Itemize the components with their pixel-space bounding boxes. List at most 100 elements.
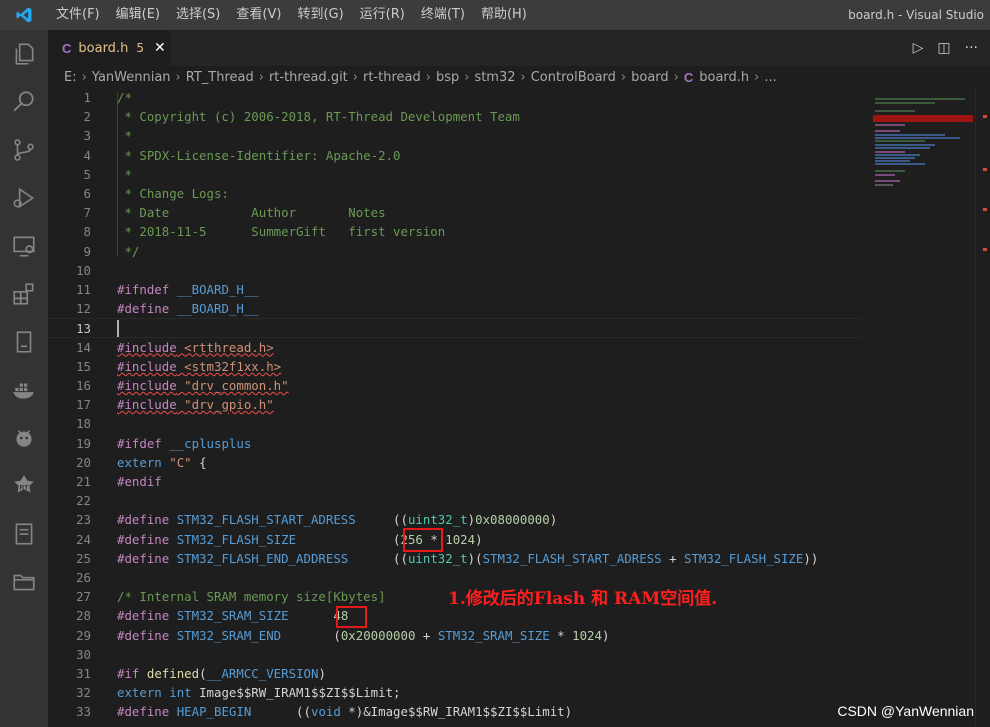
- menu-item[interactable]: 运行(R): [352, 0, 413, 30]
- code-editor[interactable]: 1 /* 2 * Copyright (c) 2006-2018, RT-Threa…: [48, 88, 863, 727]
- code-line[interactable]: 33 #define HEAP_BEGIN ((void *)&Image$$RW…: [48, 702, 863, 721]
- breadcrumb-item[interactable]: bsp: [436, 70, 459, 85]
- split-editor-icon[interactable]: ◫: [937, 40, 950, 56]
- chevron-right-icon: ›: [754, 69, 760, 85]
- line-number: 9: [83, 243, 91, 259]
- breadcrumb-item[interactable]: RT_Thread: [186, 70, 254, 85]
- source-control-icon[interactable]: [0, 126, 48, 174]
- minimap-line: [875, 110, 915, 112]
- code-line[interactable]: 29 #define STM32_SRAM_END (0x20000000 + S…: [48, 626, 863, 645]
- code-line[interactable]: 14 #include <rtthread.h>: [48, 338, 863, 357]
- vscode-logo-icon[interactable]: [0, 0, 48, 30]
- breadcrumb-item[interactable]: E:: [64, 70, 77, 85]
- breadcrumb-item[interactable]: ControlBoard: [531, 70, 616, 85]
- menu-item[interactable]: 查看(V): [228, 0, 289, 30]
- code-token: )(: [467, 550, 483, 566]
- code-line[interactable]: 16 #include "drv_common.h": [48, 376, 863, 395]
- code-line[interactable]: 32 extern int Image$$RW_IRAM1$$ZI$$Limit;: [48, 683, 863, 702]
- code-text: #if defined(__ARMCC_VERSION): [117, 664, 326, 683]
- device-icon[interactable]: [0, 318, 48, 366]
- breadcrumb-item[interactable]: board: [631, 70, 669, 85]
- run-icon[interactable]: ▷: [913, 40, 924, 56]
- extensions-icon[interactable]: [0, 270, 48, 318]
- vertical-scrollbar[interactable]: [975, 88, 990, 727]
- code-line[interactable]: 1 /*: [48, 88, 863, 107]
- code-token: uint32_t: [407, 512, 468, 528]
- line-number: 33: [76, 704, 91, 720]
- notes-icon[interactable]: [0, 510, 48, 558]
- code-line[interactable]: 6 * Change Logs:: [48, 184, 863, 203]
- explorer-icon[interactable]: [0, 30, 48, 78]
- line-number: 8: [83, 224, 91, 240]
- search-icon[interactable]: [0, 78, 48, 126]
- code-line[interactable]: 30: [48, 645, 863, 664]
- code-line[interactable]: 21 #endif: [48, 472, 863, 491]
- code-text: #include "drv_gpio.h": [117, 395, 274, 414]
- code-line[interactable]: 15 #include <stm32f1xx.h>: [48, 357, 863, 376]
- code-line[interactable]: 31 #if defined(__ARMCC_VERSION): [48, 664, 863, 683]
- code-line[interactable]: 17 #include "drv_gpio.h": [48, 395, 863, 414]
- close-icon[interactable]: ✕: [154, 40, 166, 56]
- code-line[interactable]: 10: [48, 261, 863, 280]
- breadcrumb-item[interactable]: YanWennian: [92, 70, 171, 85]
- breadcrumb-item[interactable]: rt-thread.git: [269, 70, 348, 85]
- code-line[interactable]: 28 #define STM32_SRAM_SIZE 48: [48, 606, 863, 625]
- code-line[interactable]: 23 #define STM32_FLASH_START_ADRESS ((uin…: [48, 510, 863, 529]
- menu-item[interactable]: 编辑(E): [108, 0, 168, 30]
- menu-item[interactable]: 终端(T): [413, 0, 473, 30]
- code-line[interactable]: 22: [48, 491, 863, 510]
- code-text: #define STM32_SRAM_SIZE 48: [117, 606, 348, 625]
- code-token: #ifndef: [117, 282, 170, 297]
- line-number: 6: [83, 186, 91, 201]
- code-line[interactable]: 25 #define STM32_FLASH_END_ADDRESS ((uint…: [48, 549, 863, 568]
- code-line[interactable]: 13: [48, 318, 863, 338]
- code-line[interactable]: 3 *: [48, 126, 863, 145]
- code-token: ): [467, 512, 476, 528]
- code-line[interactable]: 2 * Copyright (c) 2006-2018, RT-Thread D…: [48, 107, 863, 126]
- code-line[interactable]: 24 #define STM32_FLASH_SIZE (256 * 1024): [48, 530, 863, 549]
- folder-icon[interactable]: [0, 558, 48, 606]
- menu-item[interactable]: 转到(G): [289, 0, 351, 30]
- minimap[interactable]: [863, 88, 975, 727]
- code-line[interactable]: 12 #define __BOARD_H__: [48, 299, 863, 318]
- code-token: __BOARD_H__: [176, 282, 259, 297]
- code-line[interactable]: 11 #ifndef __BOARD_H__: [48, 280, 863, 299]
- code-token: ((: [251, 704, 311, 720]
- run-debug-icon[interactable]: [0, 174, 48, 222]
- code-text: /*: [117, 88, 132, 107]
- menu-item[interactable]: 文件(F): [48, 0, 108, 30]
- code-token: #define: [117, 627, 170, 643]
- more-actions-icon[interactable]: ···: [965, 40, 978, 56]
- code-token: #define: [117, 301, 170, 317]
- code-token: void: [310, 704, 341, 720]
- code-line[interactable]: 5 *: [48, 165, 863, 184]
- breadcrumb-file[interactable]: board.h: [699, 70, 749, 85]
- docker-icon[interactable]: [0, 366, 48, 414]
- breadcrumb-item[interactable]: rt-thread: [363, 70, 421, 85]
- code-token: *: [117, 128, 132, 144]
- menu-item[interactable]: 帮助(H): [473, 0, 535, 30]
- code-line[interactable]: 19 #ifdef __cplusplus: [48, 434, 863, 453]
- tab-board-h[interactable]: C board.h 5 ✕: [48, 30, 170, 66]
- code-line[interactable]: 7 * Date Author Notes: [48, 203, 863, 222]
- code-line[interactable]: 8 * 2018-11-5 SummerGift first version: [48, 222, 863, 241]
- code-token: ((: [355, 512, 408, 528]
- remote-explorer-icon[interactable]: [0, 222, 48, 270]
- line-number: 22: [76, 493, 91, 509]
- breadcrumb-item[interactable]: stm32: [474, 70, 515, 85]
- code-line[interactable]: 18: [48, 414, 863, 433]
- code-line[interactable]: 9 */: [48, 242, 863, 261]
- android-icon[interactable]: [0, 414, 48, 462]
- rt-thread-icon[interactable]: RT: [0, 462, 48, 510]
- menu-item[interactable]: 选择(S): [168, 0, 228, 30]
- code-token: STM32_FLASH_SIZE: [176, 531, 297, 547]
- code-line[interactable]: 4 * SPDX-License-Identifier: Apache-2.0: [48, 146, 863, 165]
- code-line[interactable]: 20 extern "C" {: [48, 453, 863, 472]
- line-number: 1: [83, 90, 91, 105]
- breadcrumb-more[interactable]: ...: [764, 70, 776, 85]
- code-token: "drv_gpio.h": [184, 397, 274, 413]
